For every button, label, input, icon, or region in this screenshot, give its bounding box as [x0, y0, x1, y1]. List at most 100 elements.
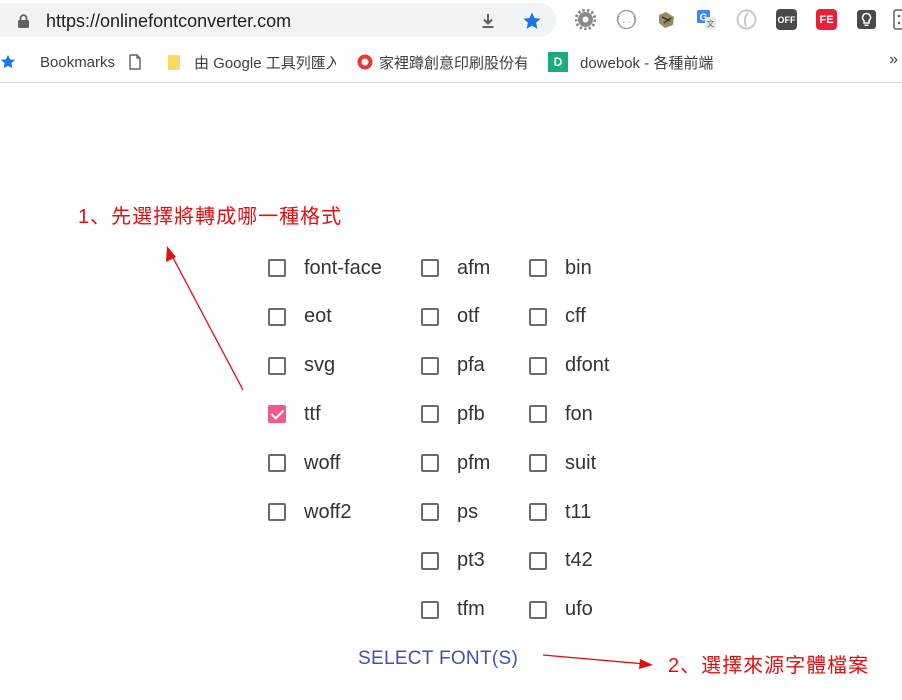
format-checkbox-t11[interactable]: [529, 503, 547, 521]
format-label: otf: [457, 305, 480, 328]
bookmark-dowebok[interactable]: D dowebok - 各種前端: [548, 52, 718, 72]
select-fonts-button[interactable]: SELECT FONT(S): [358, 648, 518, 670]
google-translate-icon[interactable]: G 文: [696, 9, 717, 30]
format-checkbox-bin[interactable]: [529, 259, 547, 277]
format-label: t11: [565, 500, 592, 523]
annotation-step2: 2、選擇來源字體檔案: [668, 655, 870, 677]
format-option-pfb[interactable]: pfb: [421, 399, 485, 429]
svg-text:{..}: {..}: [616, 16, 637, 26]
page-icon: [129, 54, 141, 70]
bookmarks-star-icon: [0, 54, 16, 69]
arrow-step1: [169, 251, 244, 391]
folder-icon: [168, 55, 180, 70]
bookmark-page[interactable]: [127, 52, 155, 72]
arrow-step2-head: [639, 659, 653, 669]
format-label: eot: [304, 305, 332, 328]
format-label: ps: [457, 500, 479, 523]
format-option-woff2[interactable]: woff2: [268, 497, 351, 527]
format-label: tfm: [457, 598, 485, 621]
format-label: svg: [304, 354, 336, 377]
bookmarks-overflow-chevron-icon[interactable]: »: [889, 51, 898, 69]
format-option-pfa[interactable]: pfa: [421, 351, 485, 381]
format-label: ufo: [565, 598, 593, 621]
format-label: fon: [565, 402, 593, 425]
settings-gear-icon[interactable]: [575, 9, 596, 30]
format-checkbox-afm[interactable]: [421, 259, 439, 277]
format-checkbox-cff[interactable]: [529, 307, 547, 326]
arrow-step1-head: [166, 246, 176, 262]
format-label: dfont: [565, 354, 610, 377]
address-bar[interactable]: https://onlinefontconverter.com: [0, 3, 556, 37]
format-checkbox-eot[interactable]: [268, 307, 286, 326]
format-option-pfm[interactable]: pfm: [421, 448, 490, 478]
format-checkbox-pt3[interactable]: [421, 551, 439, 570]
format-checkbox-dfont[interactable]: [529, 356, 547, 375]
format-option-afm[interactable]: afm: [421, 253, 490, 283]
dowebok-favicon-icon: D: [548, 52, 568, 72]
format-option-ttf[interactable]: ttf: [268, 399, 321, 429]
format-checkbox-ufo[interactable]: [529, 600, 547, 619]
format-option-cff[interactable]: cff: [529, 302, 586, 332]
format-checkbox-ttf[interactable]: [268, 405, 286, 424]
format-label: pfm: [457, 451, 491, 474]
format-checkbox-t42[interactable]: [529, 551, 547, 570]
off-extension-icon[interactable]: OFF: [776, 9, 797, 30]
format-checkbox-tfm[interactable]: [421, 600, 439, 619]
bookmark-apps[interactable]: Bookmarks: [0, 52, 115, 72]
format-checkbox-pfb[interactable]: [421, 405, 439, 424]
format-checkbox-ps[interactable]: [421, 503, 439, 521]
bookmark-printing-site[interactable]: 家裡蹲創意印刷股份有: [357, 52, 527, 72]
format-checkbox-suit[interactable]: [529, 454, 547, 473]
format-option-ufo[interactable]: ufo: [529, 595, 593, 625]
format-label: pfb: [457, 402, 485, 425]
wappalyzer-icon[interactable]: [656, 9, 677, 30]
blocker-circle-icon[interactable]: [736, 9, 757, 30]
format-label: woff2: [304, 500, 352, 523]
format-label: pt3: [457, 549, 485, 572]
bookmark-folder-google[interactable]: 由 Google 工具列匯入: [166, 52, 336, 72]
format-label: woff: [304, 451, 341, 474]
url-text[interactable]: https://onlinefontconverter.com: [46, 11, 291, 32]
download-icon[interactable]: [478, 11, 498, 31]
format-checkbox-svg[interactable]: [268, 356, 286, 375]
format-option-font-face[interactable]: font-face: [268, 253, 382, 283]
format-option-dfont[interactable]: dfont: [529, 351, 609, 381]
format-label: t42: [565, 549, 593, 572]
format-option-otf[interactable]: otf: [421, 302, 479, 332]
format-option-t11[interactable]: t11: [529, 497, 591, 527]
format-option-tfm[interactable]: tfm: [421, 595, 485, 625]
format-label: pfa: [457, 354, 485, 377]
format-checkbox-woff[interactable]: [268, 454, 286, 473]
json-viewer-icon[interactable]: {..}: [616, 9, 637, 30]
lock-icon: [18, 14, 29, 28]
format-checkbox-font-face[interactable]: [268, 259, 286, 277]
format-option-fon[interactable]: fon: [529, 399, 593, 429]
format-label: font-face: [304, 256, 382, 279]
format-option-ps[interactable]: ps: [421, 497, 478, 527]
svg-text:文: 文: [707, 19, 715, 29]
format-checkbox-pfm[interactable]: [421, 454, 439, 473]
format-option-woff[interactable]: woff: [268, 448, 340, 478]
bookmark-star-icon[interactable]: [522, 11, 542, 31]
format-option-bin[interactable]: bin: [529, 253, 592, 283]
lightbulb-icon[interactable]: [856, 9, 877, 30]
format-option-suit[interactable]: suit: [529, 448, 596, 478]
arrow-step2: [542, 654, 646, 665]
format-option-eot[interactable]: eot: [268, 302, 332, 332]
format-label: bin: [565, 256, 592, 279]
format-checkbox-pfa[interactable]: [421, 356, 439, 375]
format-checkbox-otf[interactable]: [421, 307, 439, 326]
format-option-svg[interactable]: svg: [268, 351, 335, 381]
extension-overflow-icon[interactable]: [893, 9, 902, 30]
format-checkbox-woff2[interactable]: [268, 503, 286, 521]
format-checkbox-fon[interactable]: [529, 405, 547, 424]
site-favicon-red-icon: [357, 54, 373, 70]
format-label: cff: [565, 305, 586, 328]
format-option-t42[interactable]: t42: [529, 546, 593, 576]
bookmarks-bar: Bookmarks 由 Google 工具列匯入 家裡蹲創意印刷股份有 D do…: [0, 42, 902, 83]
annotation-step1: 1、先選擇將轉成哪一種格式: [78, 206, 343, 228]
format-option-pt3[interactable]: pt3: [421, 546, 485, 576]
fe-extension-icon[interactable]: FE: [816, 9, 837, 30]
format-label: afm: [457, 256, 491, 279]
format-label: ttf: [304, 402, 321, 425]
